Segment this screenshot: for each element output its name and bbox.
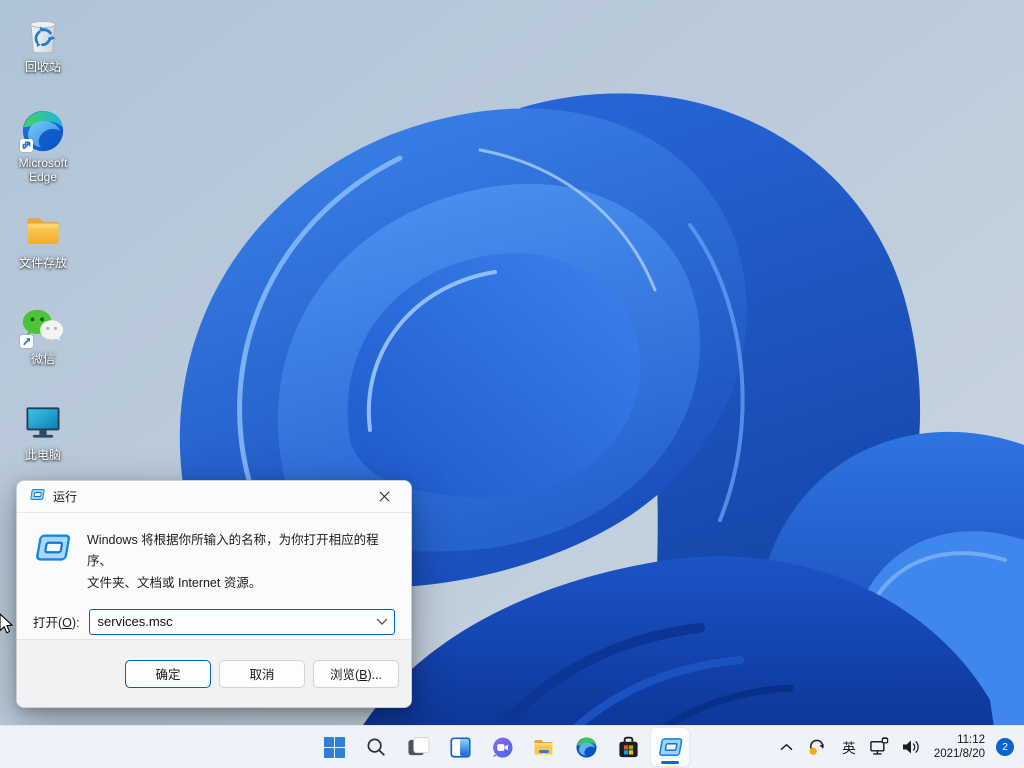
run-app-button-active[interactable] xyxy=(650,727,690,767)
chat-icon xyxy=(492,736,513,758)
open-label: 打开(O): xyxy=(33,616,80,631)
volume-icon[interactable] xyxy=(900,736,922,758)
browse-button[interactable]: 浏览(B)... xyxy=(313,659,399,688)
clock-date: 2021/8/20 xyxy=(933,748,985,760)
desktop-icon-microsoft-edge[interactable]: Microsoft Edge xyxy=(4,104,82,204)
close-icon[interactable] xyxy=(369,485,399,509)
windows-logo-icon xyxy=(323,736,345,758)
notification-badge[interactable]: 2 xyxy=(996,738,1014,756)
run-dialog-titlebar[interactable]: 运行 xyxy=(17,481,411,513)
shortcut-arrow-icon xyxy=(20,335,33,348)
edge-icon xyxy=(575,736,597,758)
search-button[interactable] xyxy=(356,727,396,767)
run-window-icon-large xyxy=(33,533,71,594)
task-view-icon xyxy=(407,736,429,755)
chevron-down-icon[interactable] xyxy=(376,613,388,631)
chat-button[interactable] xyxy=(482,727,522,767)
desktop-icon-this-pc[interactable]: 此电脑 xyxy=(4,396,82,492)
run-dialog: 运行 Windows 将根据你所输入的名称，为你打开相应的程序、 文件夹、文档或… xyxy=(16,480,412,708)
taskbar-clock[interactable]: 11:12 2021/8/20 xyxy=(934,733,985,762)
network-icon[interactable] xyxy=(869,736,891,758)
folder-icon xyxy=(534,740,553,755)
clock-time: 11:12 xyxy=(957,733,985,746)
desktop-icon-label: 文件存放 xyxy=(18,256,67,270)
run-dialog-title: 运行 xyxy=(53,490,78,504)
desktop-icon-label: 回收站 xyxy=(24,60,61,74)
desktop-icon-wechat[interactable]: 微信 xyxy=(4,300,82,396)
start-button[interactable] xyxy=(314,727,354,767)
ime-indicator[interactable]: 英 xyxy=(838,736,860,758)
edge-icon xyxy=(20,108,66,154)
description-line-1: Windows 将根据你所输入的名称，为你打开相应的程序、 xyxy=(87,533,379,569)
desktop-icon-recycle-bin[interactable]: 回收站 xyxy=(4,8,82,104)
chevron-up-icon[interactable] xyxy=(776,736,798,758)
desktop-icon-column: 回收站 Microsoft Edge 文件存放 微信 此电脑 xyxy=(4,8,82,492)
desktop-icon-label: Microsoft Edge xyxy=(18,156,68,184)
ok-button[interactable]: 确定 xyxy=(125,659,211,688)
edge-button[interactable] xyxy=(566,727,606,767)
desktop: 回收站 Microsoft Edge 文件存放 微信 此电脑 运行 Window… xyxy=(0,0,1024,768)
desktop-icon-label: 微信 xyxy=(30,352,55,366)
shortcut-arrow-icon xyxy=(20,139,33,152)
recycle-bin-icon xyxy=(20,12,66,58)
run-dialog-body: Windows 将根据你所输入的名称，为你打开相应的程序、 文件夹、文档或 In… xyxy=(17,513,411,600)
active-app-indicator xyxy=(661,761,679,764)
wechat-icon xyxy=(20,304,66,350)
desktop-icon-label: 此电脑 xyxy=(24,448,61,462)
run-window-icon xyxy=(659,738,683,756)
system-tray: 英 11:12 2021/8/20 2 xyxy=(776,726,1014,768)
run-window-icon xyxy=(29,488,45,506)
search-icon xyxy=(367,738,385,756)
store-button[interactable] xyxy=(608,727,648,767)
run-dialog-description: Windows 将根据你所输入的名称，为你打开相应的程序、 文件夹、文档或 In… xyxy=(87,530,393,594)
run-command-combobox[interactable] xyxy=(88,608,395,635)
task-view-button[interactable] xyxy=(398,727,438,767)
sync-update-icon[interactable] xyxy=(807,736,829,758)
taskbar-app-icons xyxy=(314,727,690,767)
store-bag-icon xyxy=(618,736,638,757)
monitor-icon xyxy=(20,400,66,446)
description-line-2: 文件夹、文档或 Internet 资源。 xyxy=(87,575,262,590)
desktop-icon-file-folder[interactable]: 文件存放 xyxy=(4,204,82,300)
run-dialog-footer: 确定 取消 浏览(B)... xyxy=(17,639,411,707)
file-explorer-button[interactable] xyxy=(524,727,564,767)
run-dialog-input-row: 打开(O): xyxy=(17,600,411,635)
widgets-icon xyxy=(449,736,471,758)
cancel-button[interactable]: 取消 xyxy=(219,659,305,688)
run-command-input[interactable] xyxy=(97,614,376,630)
widgets-button[interactable] xyxy=(440,727,480,767)
taskbar: 英 11:12 2021/8/20 2 xyxy=(0,725,1024,768)
folder-icon xyxy=(20,208,66,254)
